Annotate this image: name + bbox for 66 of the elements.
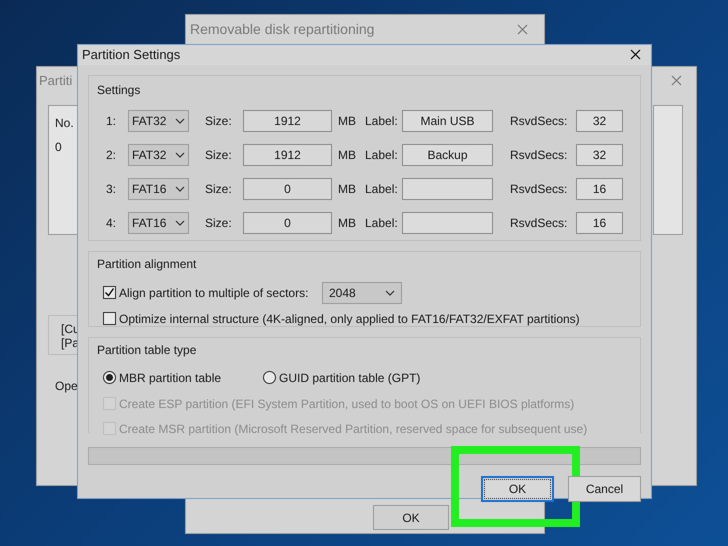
field-label: RsvdSecs: — [510, 214, 568, 232]
field-label: Label: — [365, 214, 399, 232]
field-label: Label: — [365, 112, 399, 130]
unit-label: MB — [338, 214, 357, 232]
dialog-button[interactable]: OK — [481, 476, 554, 502]
radio-button[interactable] — [263, 371, 276, 384]
chevron-down-icon — [175, 152, 185, 158]
field-label: RsvdSecs: — [510, 112, 568, 130]
field-label: Size: — [205, 146, 233, 164]
type-dropdown[interactable]: FAT32 — [128, 144, 189, 166]
sectors-dropdown[interactable]: 2048 — [322, 282, 402, 304]
row-number: 4: — [105, 214, 118, 232]
checkmark-icon — [104, 287, 115, 298]
ok-button[interactable]: OK — [373, 505, 449, 530]
checkbox[interactable] — [103, 312, 116, 325]
group-title: Partition table type — [97, 342, 196, 356]
field-label: Label: — [365, 146, 399, 164]
label-field[interactable] — [402, 212, 493, 234]
radio-button[interactable] — [103, 371, 116, 384]
group-title: Settings — [97, 82, 140, 96]
field-label: RsvdSecs: — [510, 146, 568, 164]
group-title: Ope — [55, 378, 78, 395]
chevron-down-icon — [175, 118, 185, 124]
sectors-field[interactable]: 16 — [576, 178, 623, 200]
size-field[interactable]: 0 — [243, 212, 332, 234]
dialog-button[interactable]: Cancel — [568, 476, 641, 502]
unit-label: MB — [338, 146, 357, 164]
label-field[interactable] — [402, 178, 493, 200]
chevron-down-icon — [175, 186, 185, 192]
size-field[interactable]: 1912 — [243, 144, 332, 166]
field-label: Size: — [205, 112, 233, 130]
window-title: Removable disk repartitioning — [190, 20, 374, 39]
checkbox-label: Create ESP partition (EFI System Partition, used to boot OS on UEFI BIOS platforms) — [119, 396, 574, 412]
sectors-field[interactable]: 32 — [576, 110, 623, 132]
row-number: 3: — [105, 180, 118, 198]
dialog-title: Partition Settings — [82, 46, 180, 64]
close-icon[interactable] — [630, 49, 641, 60]
radio-label: GUID partition table (GPT) — [279, 370, 420, 386]
row-number: 2: — [105, 146, 118, 164]
radio-label: MBR partition table — [119, 370, 222, 386]
unit-label: MB — [338, 180, 357, 198]
type-dropdown[interactable]: FAT16 — [128, 212, 189, 234]
field-label: Label: — [365, 180, 399, 198]
label-field[interactable]: Backup — [402, 144, 493, 166]
checkbox-label: Optimize internal structure (4K-aligned, only applied to FAT16/FAT32/EXFAT partitions) — [119, 310, 580, 328]
label-field[interactable]: Main USB — [402, 110, 493, 132]
size-field[interactable]: 1912 — [243, 110, 332, 132]
type-dropdown[interactable]: FAT16 — [128, 178, 189, 200]
column-header: No. — [55, 115, 71, 132]
chevron-down-icon — [385, 290, 395, 296]
sectors-field[interactable]: 16 — [576, 212, 623, 234]
type-dropdown[interactable]: FAT32 — [128, 110, 189, 132]
checkbox-label: Align partition to multiple of sectors: — [119, 284, 310, 302]
sectors-field[interactable]: 32 — [576, 144, 623, 166]
field-label: Size: — [205, 180, 233, 198]
row-number: 1: — [105, 112, 118, 130]
unit-label: MB — [338, 112, 357, 130]
checkbox-label: Create MSR partition (Microsoft Reserved Partition, reserved space for subsequent use) — [119, 420, 588, 438]
field-label: Size: — [205, 214, 233, 232]
window-title: Partiti — [39, 72, 72, 90]
table-cell-text: 0 — [55, 139, 63, 156]
chevron-down-icon — [175, 220, 185, 226]
field-label: RsvdSecs: — [510, 180, 568, 198]
group-title: Partition alignment — [97, 256, 196, 270]
size-field[interactable]: 0 — [243, 178, 332, 200]
checkbox[interactable] — [103, 286, 116, 299]
